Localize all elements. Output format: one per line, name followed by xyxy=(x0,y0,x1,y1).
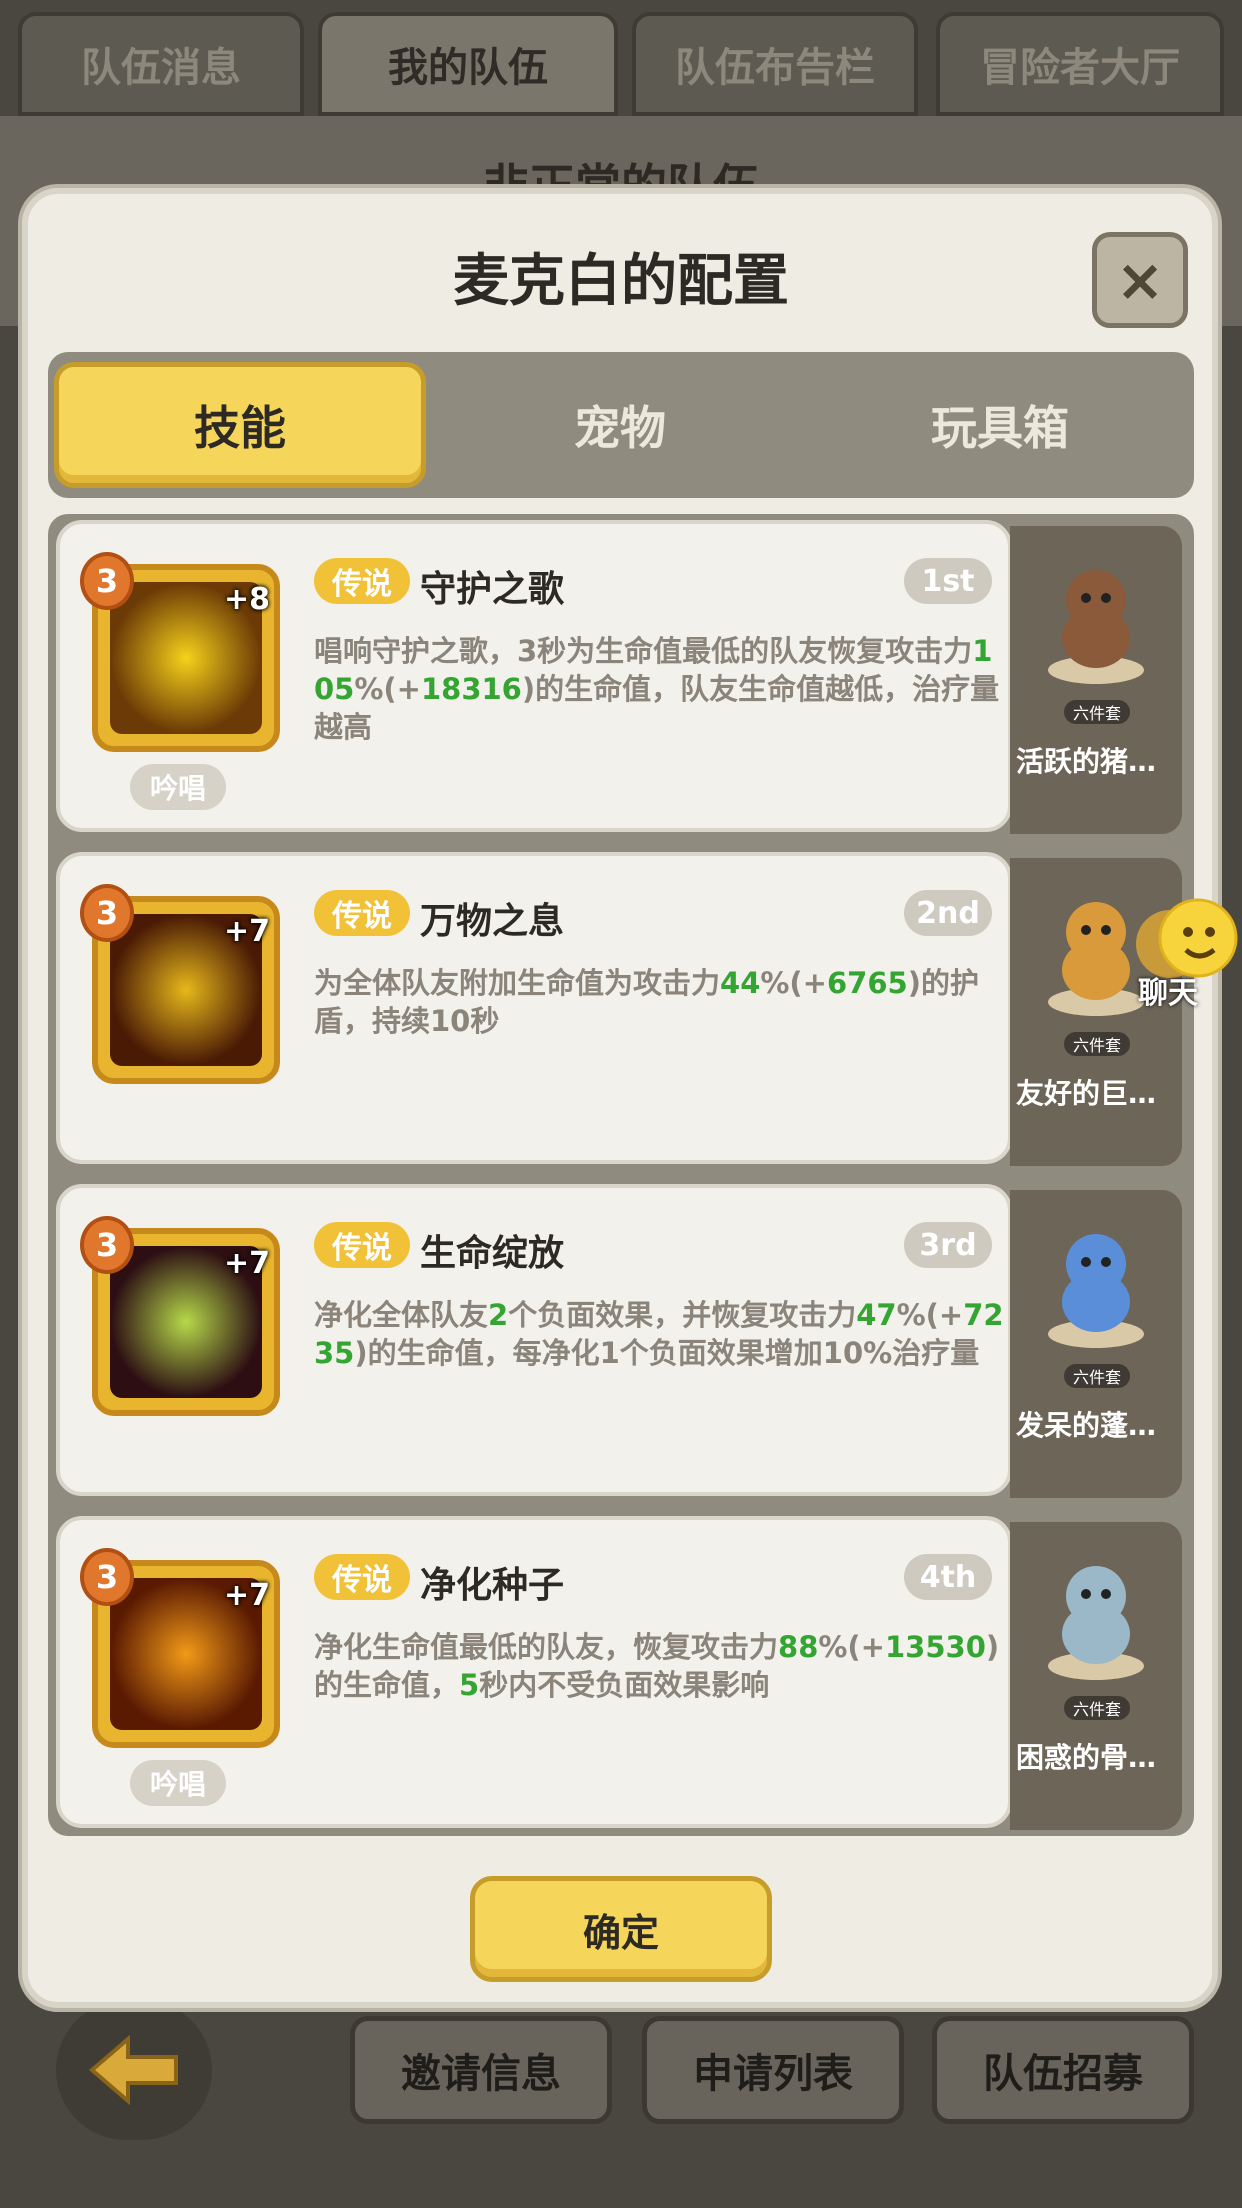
skill-enhance-count: +7 xyxy=(224,1246,271,1281)
description-segment: 为全体队友附加生命值为攻击力 xyxy=(314,966,721,1000)
close-button[interactable]: × xyxy=(1092,232,1188,328)
description-segment: )的生命值，每净化1个负面效果增加10%治疗量 xyxy=(354,1336,980,1370)
description-segment: %(+ xyxy=(818,1630,885,1664)
back-button[interactable] xyxy=(56,2000,212,2140)
chant-tag: 吟唱 xyxy=(130,1760,226,1806)
description-segment: 88 xyxy=(778,1630,819,1664)
pet-name: 活跃的猪… xyxy=(1016,745,1157,778)
skill-level-badge: 3 xyxy=(80,1216,134,1274)
pet-set-label: 六件套 xyxy=(1064,1032,1130,1056)
confirm-button[interactable]: 确定 xyxy=(470,1876,772,1982)
skill-name: 万物之息 xyxy=(420,901,565,942)
dialog-title: 麦克白的配置 xyxy=(453,249,789,314)
skill-name: 净化种子 xyxy=(420,1565,565,1606)
pet-figure xyxy=(1036,558,1156,688)
invite-info-button[interactable]: 邀请信息 xyxy=(350,2016,612,2124)
skill-rank: 2nd xyxy=(904,890,992,936)
rarity-badge: 传说 xyxy=(314,1554,410,1600)
skill-description: 净化全体队友2个负面效果，并恢复攻击力47%(+7235)的生命值，每净化1个负… xyxy=(314,1296,1004,1372)
skill-enhance-count: +7 xyxy=(224,914,271,949)
pet-name: 友好的巨… xyxy=(1016,1077,1157,1110)
pet-set-label: 六件套 xyxy=(1064,1696,1130,1720)
skill-rank: 3rd xyxy=(904,1222,992,1268)
skill-enhance-count: +8 xyxy=(224,582,271,617)
back-arrow-icon xyxy=(88,2035,178,2105)
tab-team-messages[interactable]: 队伍消息 xyxy=(18,12,304,116)
pet-name: 困惑的骨… xyxy=(1016,1741,1157,1774)
team-recruit-button[interactable]: 队伍招募 xyxy=(932,2016,1194,2124)
skill-description: 净化生命值最低的队友，恢复攻击力88%(+13530)的生命值，5秒内不受负面效… xyxy=(314,1628,1004,1704)
skill-description: 为全体队友附加生命值为攻击力44%(+6765)的护盾，持续10秒 xyxy=(314,964,1004,1040)
skill-name: 守护之歌 xyxy=(420,569,565,610)
rarity-badge: 传说 xyxy=(314,1222,410,1268)
description-segment: 13530 xyxy=(884,1630,986,1664)
description-segment: 6765 xyxy=(826,966,908,1000)
description-segment: 2 xyxy=(488,1298,509,1332)
chant-tag: 吟唱 xyxy=(130,764,226,810)
pet-set-label: 六件套 xyxy=(1064,700,1130,724)
description-segment: 净化生命值最低的队友，恢复攻击力 xyxy=(314,1630,779,1664)
rarity-badge: 传说 xyxy=(314,890,410,936)
skill-level-badge: 3 xyxy=(80,552,134,610)
skill-rank: 1st xyxy=(904,558,992,604)
description-segment: 5 xyxy=(459,1668,480,1702)
tab-skills[interactable]: 技能 xyxy=(54,362,426,488)
tab-team-board[interactable]: 队伍布告栏 xyxy=(632,12,918,116)
chat-label: 聊天 xyxy=(1138,976,1198,1011)
description-segment: 18316 xyxy=(420,672,522,706)
pet-figure xyxy=(1036,1222,1156,1352)
rarity-badge: 传说 xyxy=(314,558,410,604)
tab-toybox[interactable]: 玩具箱 xyxy=(812,362,1188,488)
pet-name: 发呆的蓬… xyxy=(1016,1409,1157,1442)
skill-description: 唱响守护之歌，3秒为生命值最低的队友恢复攻击力105%(+18316)的生命值，… xyxy=(314,632,1004,746)
tab-my-team[interactable]: 我的队伍 xyxy=(318,12,618,116)
pet-set-label: 六件套 xyxy=(1064,1364,1130,1388)
description-segment: %(+ xyxy=(896,1298,964,1332)
tab-adventurer-hall[interactable]: 冒险者大厅 xyxy=(936,12,1224,116)
description-segment: 47 xyxy=(856,1298,897,1332)
tab-pets[interactable]: 宠物 xyxy=(432,362,808,488)
skill-name: 生命绽放 xyxy=(420,1233,565,1274)
close-icon: × xyxy=(1115,246,1165,314)
skill-level-badge: 3 xyxy=(80,884,134,942)
skill-rank: 4th xyxy=(904,1554,992,1600)
description-segment: 秒内不受负面效果影响 xyxy=(479,1668,770,1702)
description-segment: %(+ xyxy=(354,672,421,706)
skill-level-badge: 3 xyxy=(80,1548,134,1606)
description-segment: 唱响守护之歌，3秒为生命值最低的队友恢复攻击力 xyxy=(314,634,973,668)
skill-enhance-count: +7 xyxy=(224,1578,271,1613)
description-segment: %(+ xyxy=(760,966,827,1000)
description-segment: 净化全体队友 xyxy=(314,1298,489,1332)
description-segment: 个负面效果，并恢复攻击力 xyxy=(508,1298,857,1332)
application-list-button[interactable]: 申请列表 xyxy=(642,2016,904,2124)
pet-figure xyxy=(1036,1554,1156,1684)
description-segment: 44 xyxy=(720,966,761,1000)
